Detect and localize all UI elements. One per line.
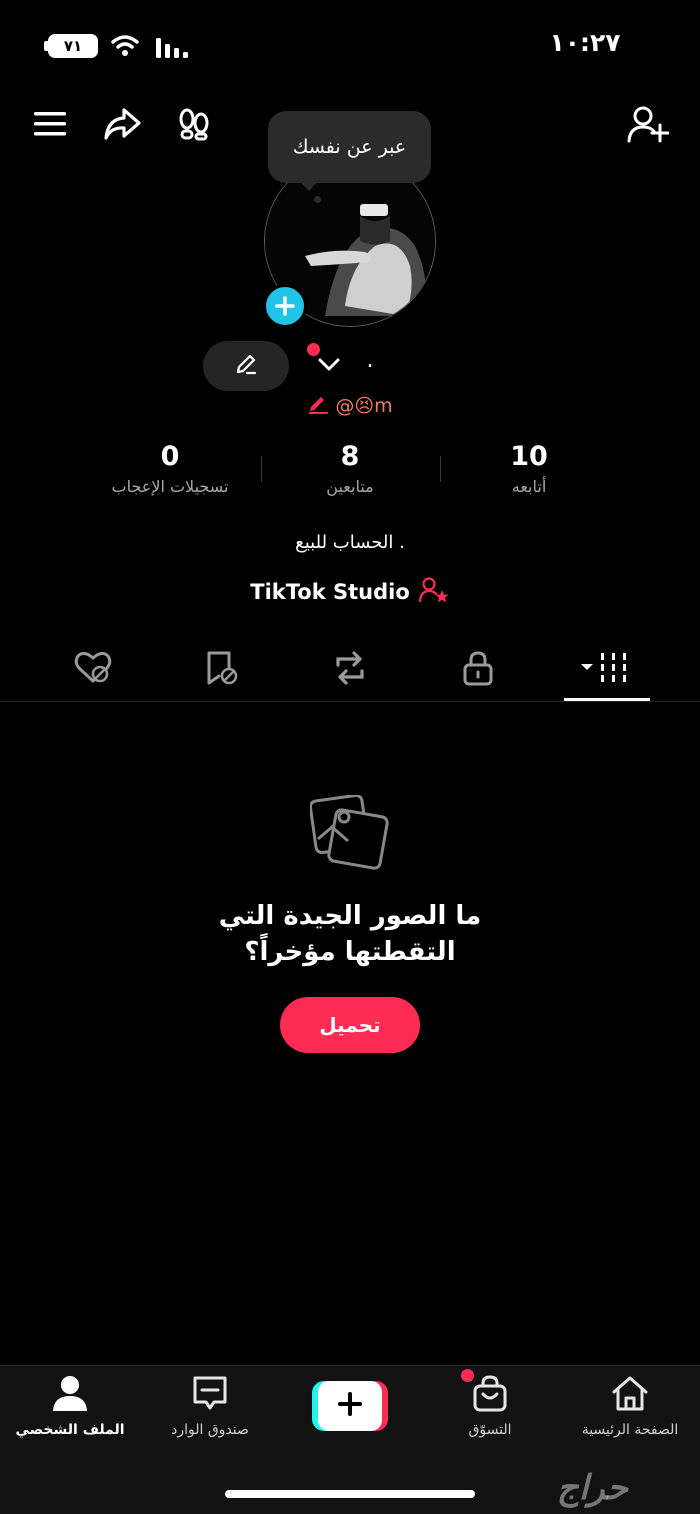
upload-button[interactable]: تحميل bbox=[280, 997, 420, 1053]
home-indicator[interactable] bbox=[225, 1490, 475, 1498]
footprints-icon[interactable] bbox=[172, 102, 216, 146]
tab-private[interactable] bbox=[435, 640, 521, 700]
nav-home[interactable]: الصفحة الرئيسية bbox=[560, 1374, 700, 1450]
following-label: أتابعه bbox=[511, 477, 547, 496]
inbox-icon bbox=[190, 1374, 230, 1416]
tab-favorites[interactable] bbox=[178, 640, 264, 700]
tab-liked[interactable] bbox=[50, 640, 136, 700]
edit-profile-button[interactable] bbox=[203, 341, 289, 391]
photos-icon bbox=[308, 793, 390, 873]
nav-shop-label: التسوّق bbox=[468, 1422, 512, 1438]
stat-divider bbox=[440, 456, 441, 482]
wifi-icon bbox=[110, 32, 140, 60]
battery-indicator: ٧١ bbox=[48, 34, 98, 58]
nav-inbox-label: صندوق الوارد bbox=[171, 1422, 249, 1438]
lock-icon bbox=[460, 649, 496, 691]
creator-star-icon bbox=[418, 576, 450, 609]
profile-name: . bbox=[366, 348, 374, 373]
create-button[interactable] bbox=[312, 1381, 388, 1431]
add-friend-icon[interactable] bbox=[626, 102, 670, 146]
empty-state-line-2: التقطتها مؤخراً؟ bbox=[244, 937, 456, 967]
followers-count: 8 bbox=[340, 441, 360, 472]
stat-divider bbox=[261, 456, 262, 482]
heart-hidden-icon bbox=[73, 650, 113, 690]
following-count: 10 bbox=[510, 441, 548, 472]
bio-text: الحساب للبيع . bbox=[295, 532, 405, 553]
stat-followers[interactable]: 8 متابعين bbox=[262, 440, 438, 510]
tooltip-tail bbox=[300, 181, 318, 191]
pencil-icon bbox=[233, 351, 259, 381]
signal-icon bbox=[155, 36, 189, 60]
share-icon[interactable] bbox=[100, 102, 144, 146]
upload-button-label: تحميل bbox=[319, 1013, 381, 1037]
repost-icon bbox=[330, 649, 370, 691]
studio-label: TikTok Studio bbox=[250, 580, 410, 604]
tooltip-text: عبر عن نفسك bbox=[292, 136, 407, 158]
tiktok-studio-link[interactable]: TikTok Studio bbox=[220, 574, 480, 610]
username-row[interactable]: @😣m bbox=[290, 390, 410, 422]
likes-count: 0 bbox=[160, 441, 180, 472]
shopping-bag-icon bbox=[470, 1374, 510, 1416]
tab-reposts[interactable] bbox=[307, 640, 393, 700]
grid-sort-icon bbox=[579, 651, 635, 689]
home-icon bbox=[609, 1374, 651, 1416]
nav-inbox[interactable]: صندوق الوارد bbox=[140, 1374, 280, 1450]
menu-icon[interactable] bbox=[28, 102, 72, 146]
username: @😣m bbox=[335, 395, 393, 417]
nav-shop[interactable]: التسوّق bbox=[420, 1374, 560, 1450]
profile-icon bbox=[50, 1374, 90, 1416]
followers-label: متابعين bbox=[326, 477, 374, 496]
likes-label: تسجيلات الإعجاب bbox=[111, 477, 229, 496]
nav-home-label: الصفحة الرئيسية bbox=[581, 1422, 679, 1438]
tab-videos[interactable] bbox=[564, 640, 650, 700]
add-avatar-button[interactable] bbox=[263, 284, 307, 328]
nav-profile-label: الملف الشخصي bbox=[15, 1422, 125, 1438]
chevron-down-icon[interactable] bbox=[314, 350, 344, 380]
watermark: حراج bbox=[556, 1468, 629, 1508]
create-button-face bbox=[318, 1381, 382, 1431]
empty-state-title: ما الصور الجيدة التي التقطتها مؤخراً؟ bbox=[150, 898, 550, 978]
bio-tooltip[interactable]: عبر عن نفسك bbox=[268, 111, 431, 183]
plus-icon bbox=[337, 1391, 363, 1421]
stat-following[interactable]: 10 أتابعه bbox=[441, 440, 617, 510]
status-time: ١٠:٢٧ bbox=[549, 28, 621, 57]
stat-likes[interactable]: 0 تسجيلات الإعجاب bbox=[82, 440, 258, 510]
pencil-edit-icon bbox=[307, 393, 331, 420]
bookmark-hidden-icon bbox=[201, 649, 241, 691]
tabs-divider bbox=[0, 701, 700, 702]
nav-profile[interactable]: الملف الشخصي bbox=[0, 1374, 140, 1450]
empty-state-line-1: ما الصور الجيدة التي bbox=[218, 901, 482, 931]
tooltip-dot bbox=[314, 196, 321, 203]
